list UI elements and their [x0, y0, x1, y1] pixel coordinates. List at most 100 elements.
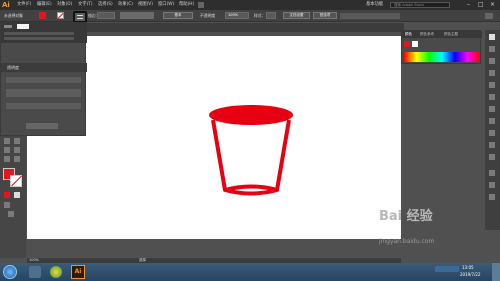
panel-fill-swatch[interactable]: [404, 41, 410, 47]
show-desktop-button[interactable]: [492, 263, 500, 281]
appearance-icon[interactable]: [489, 118, 495, 124]
stroke-dropdown-panel: [1, 23, 87, 43]
graphic-style-swatch[interactable]: [266, 12, 276, 19]
cup-base-curve: [224, 184, 278, 192]
menu-help[interactable]: 帮助(H): [179, 0, 194, 10]
transparency-title: 透明度: [7, 65, 19, 70]
brushes-icon[interactable]: [489, 58, 495, 64]
panel-stroke-swatch[interactable]: [412, 41, 418, 47]
start-button-icon[interactable]: [3, 265, 17, 279]
menu-window[interactable]: 窗口(W): [158, 0, 174, 10]
gradient-icon[interactable]: [489, 94, 495, 100]
illustrator-taskbar-icon[interactable]: Ai: [71, 265, 85, 279]
zoom-tool-icon[interactable]: [14, 156, 20, 162]
cup-body-outline: [211, 119, 291, 196]
pen-tool-icon[interactable]: [4, 147, 10, 153]
artboards-icon[interactable]: [489, 154, 495, 160]
stroke-lines-icon: [77, 15, 83, 19]
tab-color-guide[interactable]: 颜色参考: [420, 31, 434, 38]
menu-effect[interactable]: 效果(C): [118, 0, 133, 10]
preferences-button[interactable]: 首选项: [313, 12, 337, 19]
document-setup-button[interactable]: 文档设置: [283, 12, 310, 19]
menu-object[interactable]: 对象(O): [57, 0, 72, 10]
direct-selection-tool-icon[interactable]: [14, 138, 20, 144]
app-logo: Ai: [2, 1, 10, 9]
cap-options-row[interactable]: [4, 32, 74, 35]
weight-label-block: [4, 25, 12, 28]
graphic-styles-icon[interactable]: [489, 130, 495, 136]
document-setup-label: 文档设置: [289, 13, 304, 17]
layers-icon[interactable]: [489, 142, 495, 148]
minimize-icon[interactable]: –: [467, 0, 470, 10]
align-icon[interactable]: [489, 170, 495, 176]
browser-taskbar-icon[interactable]: [50, 266, 62, 278]
variable-width-profile[interactable]: [120, 12, 154, 19]
menu-select[interactable]: 选择(S): [98, 0, 113, 10]
none-icon: [11, 175, 22, 187]
search-placeholder: 搜索 Adobe Stock: [394, 3, 424, 7]
symbols-icon[interactable]: [489, 70, 495, 76]
stroke-weight-field[interactable]: [97, 12, 115, 19]
hand-tool-icon[interactable]: [4, 156, 10, 162]
thumbnail-row[interactable]: [6, 89, 81, 97]
menu-bar: Ai 文件(F) 编辑(E) 对象(O) 文字(T) 选择(S) 效果(C) 视…: [0, 0, 500, 10]
menu-view[interactable]: 视图(V): [138, 0, 153, 10]
menu-file[interactable]: 文件(F): [17, 0, 31, 10]
draw-normal-icon[interactable]: [4, 202, 10, 208]
color-panel: 颜色 颜色参考 颜色主题: [401, 30, 482, 64]
tray-icons[interactable]: [435, 266, 459, 272]
selection-tool-icon[interactable]: [4, 138, 10, 144]
screen-mode-icon[interactable]: [8, 211, 14, 217]
baidu-watermark: Bai 经验: [379, 209, 433, 224]
watermark-url: jingyan.baidu.com: [379, 238, 435, 245]
tools-panel: [0, 136, 26, 258]
transparency-panel-header[interactable]: 透明度: [1, 63, 87, 72]
fill-swatch[interactable]: [39, 12, 46, 19]
tab-color[interactable]: 颜色: [405, 31, 412, 38]
opacity-label: 不透明度: [200, 13, 216, 18]
pathfinder-icon[interactable]: [489, 182, 495, 188]
color-mode-icon[interactable]: [4, 192, 10, 198]
selection-status: 未选择对象: [4, 13, 23, 18]
none-mode-icon[interactable]: [14, 192, 20, 198]
clock-time[interactable]: 13:05: [462, 265, 474, 270]
brush-style-button[interactable]: 基本: [163, 12, 193, 19]
opacity-value: 100%: [228, 13, 239, 17]
workspace-label[interactable]: 基本功能: [366, 0, 383, 10]
make-mask-button[interactable]: [26, 123, 58, 129]
explorer-taskbar-icon[interactable]: [29, 266, 41, 278]
blend-mode-row[interactable]: [6, 77, 81, 83]
left-floating-panel: 透明度: [0, 22, 87, 136]
color-spectrum-bar[interactable]: [404, 52, 480, 62]
tab-color-themes[interactable]: 颜色主题: [444, 31, 458, 38]
close-icon[interactable]: ×: [490, 0, 495, 10]
canvas-artwork[interactable]: [207, 102, 297, 202]
weight-input[interactable]: [17, 24, 29, 29]
swatches-icon[interactable]: [489, 46, 495, 52]
stroke-color-box[interactable]: [10, 175, 22, 187]
color-panel-icon[interactable]: [489, 34, 495, 40]
mask-options-row[interactable]: [6, 103, 81, 109]
maximize-icon[interactable]: □: [478, 0, 484, 10]
align-controls[interactable]: [340, 13, 400, 19]
type-tool-icon[interactable]: [14, 147, 20, 153]
stock-search-input[interactable]: 搜索 Adobe Stock: [390, 2, 450, 8]
menu-edit[interactable]: 编辑(E): [37, 0, 52, 10]
clock-date[interactable]: 2019/7/22: [460, 272, 481, 277]
cup-rim-ellipse: [209, 105, 293, 125]
right-dock: [485, 30, 500, 230]
brush-style-label: 基本: [174, 13, 182, 17]
panel-menu-icon[interactable]: [485, 13, 493, 19]
stroke-swatch[interactable]: [57, 12, 64, 20]
corner-options-row[interactable]: [4, 37, 74, 40]
workspace-switcher-icon[interactable]: [198, 2, 204, 8]
color-panel-tabs: 颜色 颜色参考 颜色主题: [402, 31, 482, 38]
menu-type[interactable]: 文字(T): [78, 0, 93, 10]
windows-taskbar: Ai 13:05 2019/7/22: [0, 263, 500, 281]
no-stroke-icon: [57, 12, 64, 20]
transform-icon[interactable]: [489, 194, 495, 200]
stroke-panel-icon[interactable]: [489, 82, 495, 88]
opacity-field[interactable]: 100%: [225, 12, 249, 19]
transparency-icon[interactable]: [489, 106, 495, 112]
style-label: 样式：: [254, 13, 266, 18]
